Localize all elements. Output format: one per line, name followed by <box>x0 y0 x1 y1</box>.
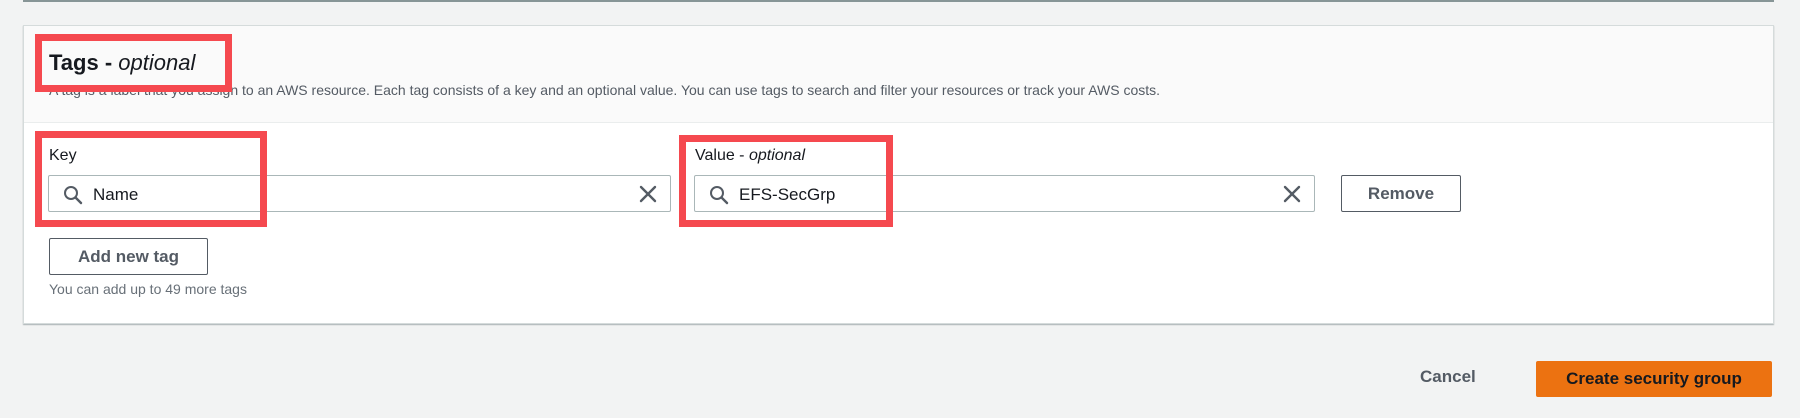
tags-title-optional: optional <box>118 50 196 75</box>
remove-tag-button[interactable]: Remove <box>1341 175 1461 212</box>
key-label-text: Key <box>49 147 77 164</box>
search-icon <box>64 186 83 205</box>
search-icon <box>710 186 729 205</box>
tags-title: Tags - optional <box>49 50 195 76</box>
tags-remaining-hint: You can add up to 49 more tags <box>49 281 247 297</box>
value-label-optional: optional <box>748 147 805 164</box>
create-security-group-button[interactable]: Create security group <box>1536 361 1772 397</box>
value-input-value[interactable]: EFS-SecGrp <box>739 185 835 205</box>
tags-description: A tag is a label that you assign to an A… <box>49 82 1161 98</box>
close-icon[interactable] <box>1282 184 1302 204</box>
value-input[interactable]: EFS-SecGrp <box>694 175 1315 212</box>
key-label: Key <box>49 147 77 165</box>
value-label-text: Value - <box>695 147 749 164</box>
top-divider <box>23 0 1774 2</box>
tags-panel: Tags - optional A tag is a label that yo… <box>23 25 1774 324</box>
key-input-value[interactable]: Name <box>93 185 138 205</box>
tags-title-text: Tags - <box>49 50 119 75</box>
tags-panel-header: Tags - optional A tag is a label that yo… <box>24 26 1773 123</box>
close-icon[interactable] <box>638 184 658 204</box>
add-new-tag-button[interactable]: Add new tag <box>49 238 208 275</box>
cancel-button[interactable]: Cancel <box>1420 367 1476 387</box>
value-label: Value - optional <box>695 147 805 165</box>
key-input[interactable]: Name <box>48 175 671 212</box>
